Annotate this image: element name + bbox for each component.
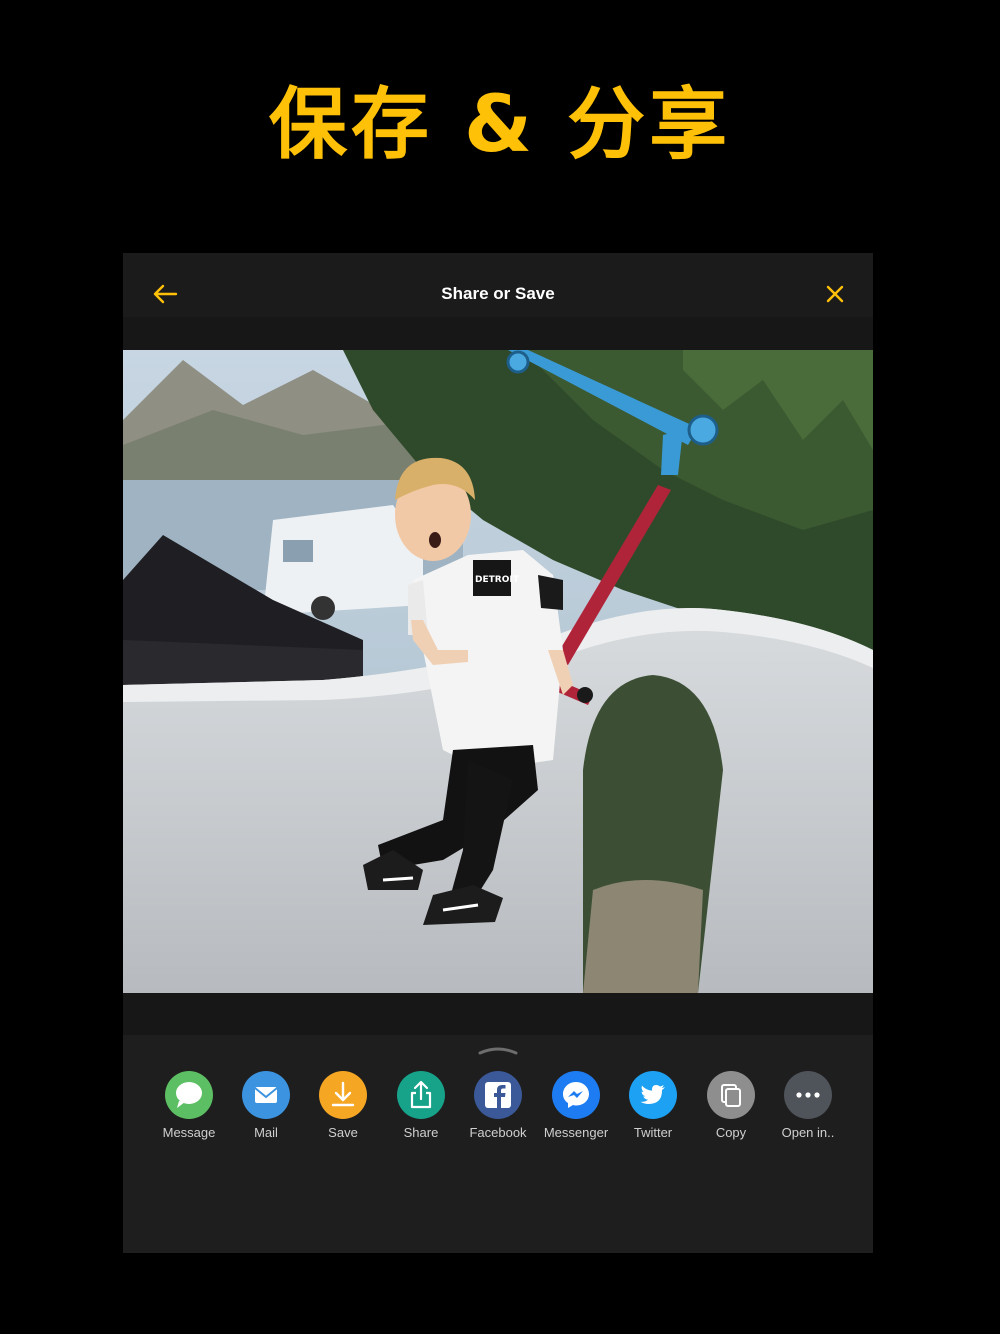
photo-preview: DETROIT bbox=[123, 350, 873, 993]
more-icon bbox=[784, 1071, 832, 1119]
arrow-left-icon bbox=[153, 284, 178, 304]
sheet-handle[interactable] bbox=[478, 1043, 518, 1055]
close-icon bbox=[826, 285, 844, 303]
back-button[interactable] bbox=[145, 281, 185, 309]
share-item-twitter[interactable]: Twitter bbox=[614, 1071, 692, 1155]
mail-icon bbox=[242, 1071, 290, 1119]
messenger-icon bbox=[552, 1071, 600, 1119]
facebook-icon bbox=[474, 1071, 522, 1119]
share-item-message[interactable]: Message bbox=[150, 1071, 228, 1155]
copy-icon bbox=[707, 1071, 755, 1119]
share-item-save[interactable]: Save bbox=[304, 1071, 382, 1155]
share-icon bbox=[397, 1071, 445, 1119]
share-options-row: Message Mail Save Share Facebook Messeng… bbox=[150, 1071, 850, 1161]
share-item-copy[interactable]: Copy bbox=[692, 1071, 770, 1155]
share-item-facebook[interactable]: Facebook bbox=[459, 1071, 537, 1155]
share-item-mail[interactable]: Mail bbox=[227, 1071, 305, 1155]
nav-title: Share or Save bbox=[441, 284, 555, 303]
close-button[interactable] bbox=[817, 281, 853, 309]
share-item-share[interactable]: Share bbox=[382, 1071, 460, 1155]
shirt-logo-text: DETROIT bbox=[475, 575, 520, 585]
chevron-up-icon bbox=[478, 1047, 518, 1055]
promo-title: 保存 & 分享 bbox=[268, 80, 732, 170]
share-item-open-in[interactable]: Open in.. bbox=[769, 1071, 847, 1155]
message-icon bbox=[165, 1071, 213, 1119]
share-label-open-in: Open in.. bbox=[781, 1125, 835, 1140]
share-item-messenger[interactable]: Messenger bbox=[537, 1071, 615, 1155]
twitter-icon bbox=[629, 1071, 677, 1119]
share-sheet: Message Mail Save Share Facebook Messeng… bbox=[123, 1035, 873, 1253]
photo-image: DETROIT bbox=[123, 350, 873, 993]
share-screen: Share or Save DETROIT Message Mail Save … bbox=[123, 253, 873, 1253]
download-icon bbox=[319, 1071, 367, 1119]
